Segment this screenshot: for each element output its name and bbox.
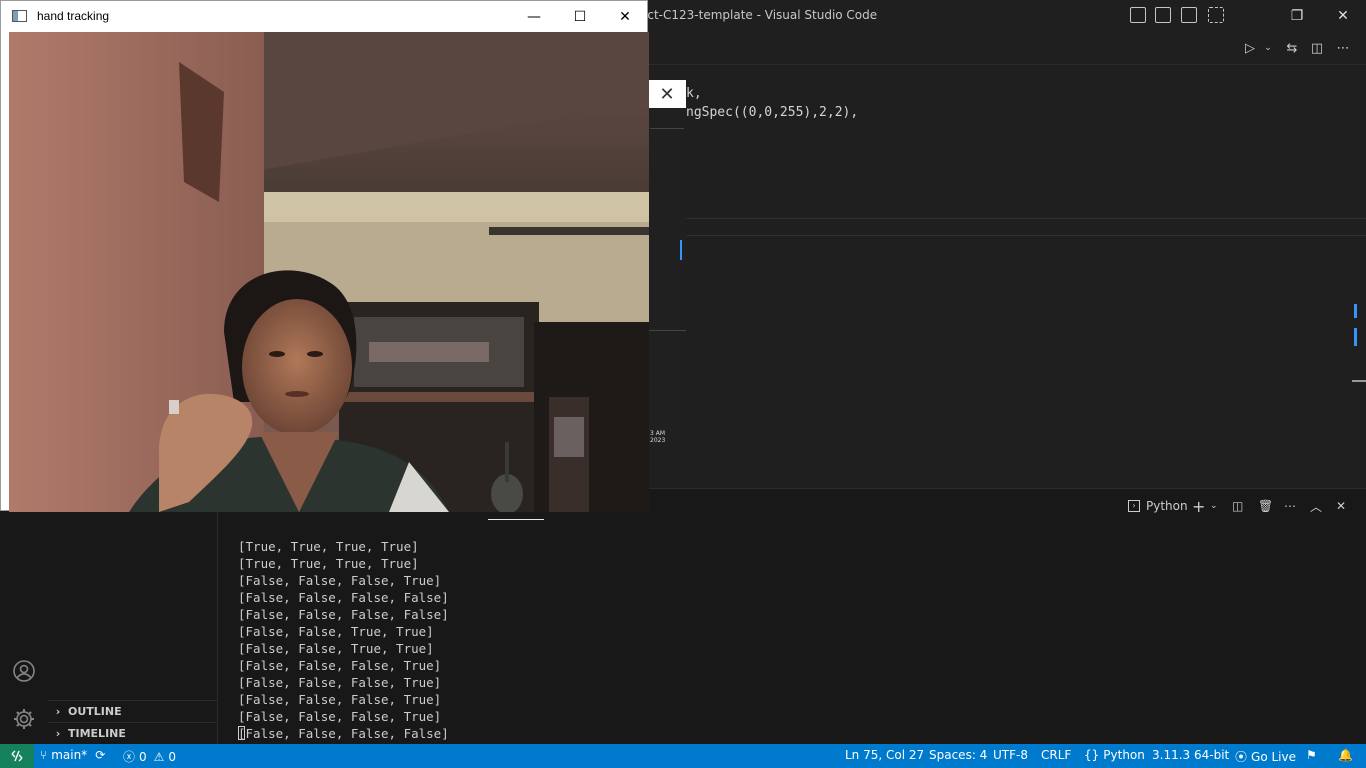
terminal-line: [False, False, False, True] [238, 658, 442, 673]
outline-section[interactable]: › OUTLINE [48, 700, 218, 722]
split-editor-icon[interactable]: ◫ [1309, 40, 1325, 56]
scrollbar-marker [1354, 304, 1357, 318]
toggle-secondary-sidebar-icon[interactable] [1181, 7, 1197, 23]
outline-label: OUTLINE [68, 705, 122, 718]
code-line: k, [686, 86, 702, 101]
chevron-right-icon: › [55, 705, 61, 718]
terminal-line: [True, True, True, True] [238, 539, 419, 554]
terminal-line: [False, False, False, False] [238, 607, 449, 622]
timeline-section[interactable]: › TIMELINE [48, 722, 218, 744]
close-button[interactable]: ✕ [602, 1, 648, 32]
interpreter-status[interactable]: 3.11.3 64-bit [1152, 748, 1229, 762]
toggle-panel-icon[interactable] [1155, 7, 1171, 23]
maximize-panel-icon[interactable]: ︿ [1310, 498, 1322, 514]
terminal-line-text: [False, False, False, False] [238, 726, 449, 741]
popup-content: 3 AM 2023 [648, 108, 686, 446]
editor-toolbar: ▷ ⌄ ⇆ ◫ ⋯ [648, 31, 1366, 65]
scrollbar-marker [1354, 328, 1357, 346]
terminal-profile[interactable]: › Python [1128, 498, 1188, 514]
account-icon[interactable] [12, 659, 36, 683]
terminal-icon: › [1128, 500, 1140, 512]
terminal[interactable]: [True, True, True, True] [True, True, Tr… [218, 522, 1366, 744]
eol-status[interactable]: CRLF [1041, 748, 1071, 762]
vscode-window-title: ect-C123-template - Visual Studio Code [640, 8, 878, 22]
more-actions-icon[interactable]: ⋯ [1335, 40, 1351, 56]
branch-name: main* [51, 748, 88, 762]
sidebar: › OUTLINE › TIMELINE [48, 511, 218, 744]
split-terminal-icon[interactable]: ◫ [1232, 498, 1243, 514]
terminal-line: [False, False, False, True] [238, 709, 442, 724]
terminal-line: [False, False, True, True] [238, 624, 434, 639]
warning-count: 0 [168, 749, 177, 764]
gear-icon[interactable] [12, 707, 36, 731]
popup-divider [648, 330, 686, 331]
active-panel-tab-indicator [488, 519, 544, 520]
remote-indicator-icon[interactable] [0, 744, 34, 768]
minimize-button[interactable]: — [511, 1, 557, 32]
go-live-label: Go Live [1251, 749, 1296, 764]
popup-clock: 3 AM 2023 [650, 430, 665, 444]
toggle-primary-sidebar-icon[interactable] [1130, 7, 1146, 23]
close-button[interactable]: ✕ [1320, 0, 1366, 31]
timeline-label: TIMELINE [68, 727, 126, 740]
error-count: 0 [139, 749, 147, 764]
scrollbar-thumb[interactable] [1352, 380, 1366, 382]
branch-status[interactable]: ⑂ main* ⟳ [40, 748, 105, 762]
popup-marker [680, 240, 682, 260]
code-text: ngSpec((0,0,255),2,2), [686, 105, 859, 120]
chevron-down-icon[interactable]: ⌄ [1210, 498, 1218, 514]
warning-icon: ⚠ [153, 749, 165, 764]
background-popup-window[interactable]: ✕ 3 AM 2023 [648, 80, 686, 446]
maximize-button[interactable]: ☐ [557, 1, 603, 32]
popup-divider [650, 128, 684, 129]
terminal-line: [False, False, False, True] [238, 692, 442, 707]
webcam-image [9, 32, 649, 512]
terminal-line: [False, False, False, True] [238, 675, 442, 690]
hand-tracking-window[interactable]: hand tracking — ☐ ✕ [0, 0, 649, 512]
trash-icon[interactable]: 🗑 [1258, 498, 1273, 514]
compare-changes-icon[interactable]: ⇆ [1284, 40, 1300, 56]
feedback-icon[interactable]: ⚑ [1306, 748, 1317, 762]
terminal-profile-label: Python [1146, 499, 1188, 513]
notifications-bell-icon[interactable]: 🔔 [1338, 748, 1353, 762]
run-icon[interactable]: ▷ [1242, 40, 1258, 56]
more-actions-icon[interactable]: ⋯ [1284, 498, 1296, 514]
terminal-line: [False, False, True, True] [238, 641, 434, 656]
new-terminal-icon[interactable]: + [1192, 497, 1205, 516]
terminal-line: [True, True, True, True] [238, 556, 419, 571]
chevron-right-icon: › [55, 727, 61, 740]
restore-button[interactable]: ❐ [1274, 0, 1320, 31]
hand-tracking-titlebar[interactable]: hand tracking — ☐ ✕ [1, 1, 647, 32]
close-panel-icon[interactable]: ✕ [1336, 498, 1346, 514]
code-line: ngSpec((0,0,255),2,2), [686, 105, 858, 120]
terminal-last-line: [False, False, False, False] [238, 726, 449, 741]
customize-layout-icon[interactable] [1208, 7, 1224, 23]
activity-bar [0, 511, 48, 744]
source-branch-icon: ⑂ [40, 748, 48, 762]
braces-icon: {} [1084, 748, 1100, 762]
sync-icon[interactable]: ⟳ [95, 748, 105, 762]
hand-tracking-title: hand tracking [37, 9, 110, 23]
code-editor[interactable]: k, ngSpec((0,0,255),2,2), [648, 66, 1366, 488]
popup-clock-year: 2023 [650, 437, 666, 444]
editor-divider [648, 235, 1366, 236]
webcam-feed [9, 32, 649, 512]
app-window-icon [12, 10, 27, 22]
popup-close-icon[interactable]: ✕ [648, 80, 686, 108]
broadcast-icon: ⦿ [1235, 750, 1248, 764]
indentation-status[interactable]: Spaces: 4 [929, 748, 987, 762]
language-label: Python [1103, 748, 1145, 762]
status-bar: ⑂ main* ⟳ ⓧ 0 ⚠ 0 Ln 75, Col 27 Spaces: … [0, 744, 1366, 768]
terminal-line: [False, False, False, True] [238, 573, 442, 588]
language-status[interactable]: {} Python [1084, 748, 1145, 762]
terminal-line: [False, False, False, False] [238, 590, 449, 605]
go-live-status[interactable]: ⦿ Go Live [1235, 748, 1296, 765]
popup-clock-time: 3 AM [650, 430, 666, 437]
cursor-position[interactable]: Ln 75, Col 27 [845, 748, 924, 762]
run-menu-chevron-icon[interactable]: ⌄ [1260, 40, 1276, 56]
encoding-status[interactable]: UTF-8 [993, 748, 1028, 762]
editor-divider [648, 218, 1366, 219]
problems-status[interactable]: ⓧ 0 ⚠ 0 [123, 748, 176, 765]
error-icon: ⓧ [123, 750, 136, 764]
